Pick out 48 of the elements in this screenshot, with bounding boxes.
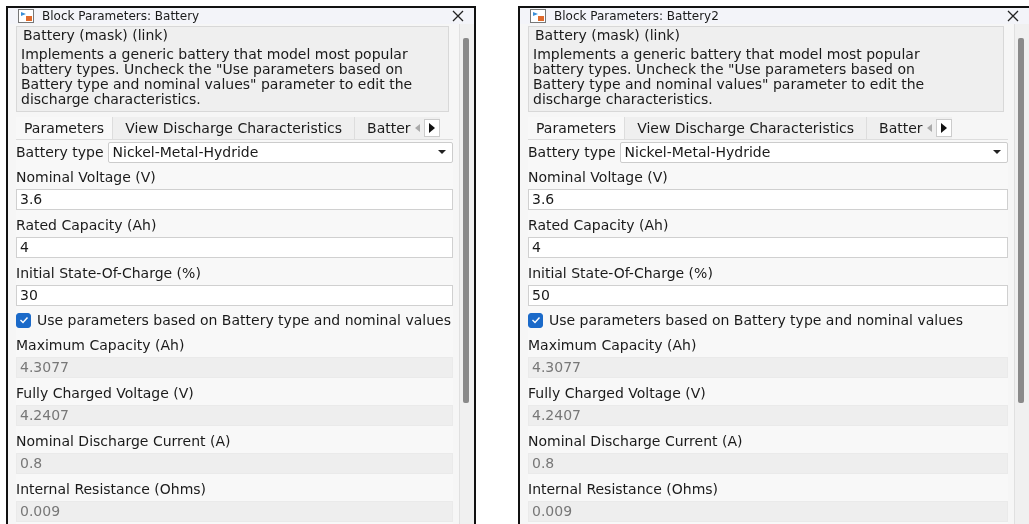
input-field[interactable]: 4	[16, 237, 453, 258]
dropdown-caret-icon	[438, 150, 446, 154]
field-label: Nominal Discharge Current (A)	[16, 432, 232, 450]
tab[interactable]: Batter	[867, 117, 925, 139]
field-label: Initial State-Of-Charge (%)	[16, 264, 202, 282]
battery-type-dropdown[interactable]: Nickel-Metal-Hydride	[107, 141, 453, 163]
field-label: Maximum Capacity (Ah)	[528, 336, 698, 354]
checkbox[interactable]	[16, 312, 31, 328]
field-label: Nominal Voltage (V)	[528, 168, 669, 186]
description-text: Implements a generic battery that model most popular battery types. Uncheck the "Use parameters based on Battery type and nominal values" parameter to edit the discharge characteristics.	[533, 47, 926, 107]
tab[interactable]: Batter	[355, 117, 413, 139]
close-icon[interactable]	[452, 10, 464, 22]
field-label: Fully Charged Voltage (V)	[528, 384, 707, 402]
window-title: Block Parameters: Battery	[42, 9, 201, 23]
input-field[interactable]: 3.6	[528, 189, 1008, 210]
battery-type-dropdown[interactable]: Nickel-Metal-Hydride	[619, 141, 1008, 163]
field-label: Rated Capacity (Ah)	[528, 216, 670, 234]
input-field[interactable]: 4	[528, 237, 1008, 258]
input-field[interactable]: 3.6	[16, 189, 453, 210]
group-title: Battery (mask) (link)	[535, 27, 681, 43]
tab[interactable]: View Discharge Characteristics	[625, 117, 868, 139]
input-field[interactable]: 50	[528, 285, 1008, 306]
tab[interactable]: View Discharge Characteristics	[113, 117, 356, 139]
window-title: Block Parameters: Battery2	[554, 9, 720, 23]
group-title: Battery (mask) (link)	[23, 27, 169, 43]
scrollbar-thumb[interactable]	[463, 38, 469, 403]
field-label: Battery type	[16, 143, 104, 161]
check-icon	[18, 316, 29, 324]
field-label: Battery type	[528, 143, 616, 161]
checkbox-label: Use parameters based on Battery type and nominal values	[37, 312, 451, 328]
checkbox[interactable]	[528, 312, 543, 328]
field-label: Nominal Discharge Current (A)	[528, 432, 744, 450]
field-label: Initial State-Of-Charge (%)	[528, 264, 714, 282]
check-icon	[530, 316, 541, 324]
close-icon[interactable]	[1007, 10, 1019, 22]
checkbox-label: Use parameters based on Battery type and nominal values	[549, 312, 963, 328]
field-label: Fully Charged Voltage (V)	[16, 384, 195, 402]
input-field[interactable]: 30	[16, 285, 453, 306]
field-label: Rated Capacity (Ah)	[16, 216, 158, 234]
field-label: Internal Resistance (Ohms)	[528, 480, 720, 498]
field-label: Maximum Capacity (Ah)	[16, 336, 186, 354]
scroll-right-icon[interactable]	[935, 119, 952, 137]
scroll-right-icon[interactable]	[423, 119, 440, 137]
description-text: Implements a generic battery that model most popular battery types. Uncheck the "Use parameters based on Battery type and nominal values" parameter to edit the discharge characteristics.	[21, 47, 414, 107]
field-label: Internal Resistance (Ohms)	[16, 480, 208, 498]
field-label: Nominal Voltage (V)	[16, 168, 157, 186]
dropdown-caret-icon	[993, 150, 1001, 154]
scrollbar-thumb[interactable]	[1018, 38, 1024, 403]
